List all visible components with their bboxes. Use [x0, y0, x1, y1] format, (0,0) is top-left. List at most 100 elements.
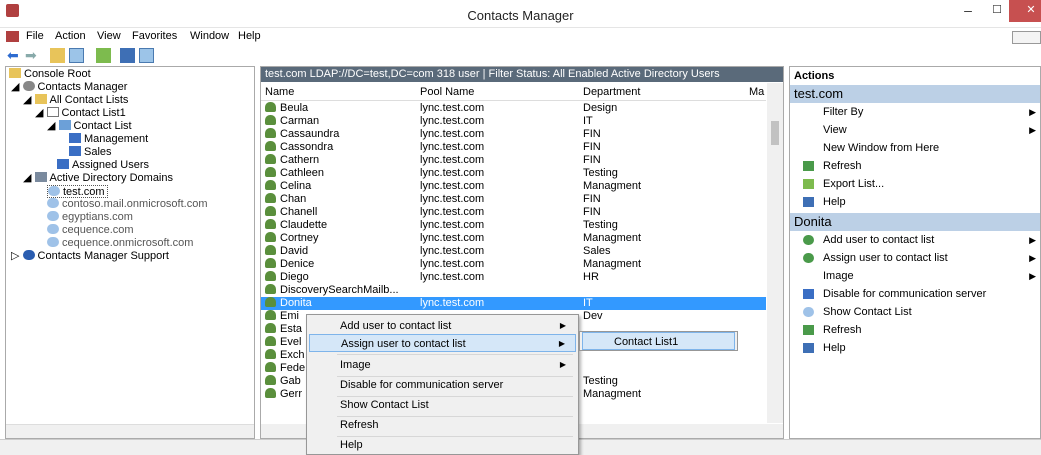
- scroll-thumb[interactable]: [771, 121, 779, 145]
- child-window-controls[interactable]: [1012, 31, 1041, 44]
- list-icon: [46, 107, 59, 117]
- action-export-list[interactable]: Export List...: [790, 175, 1040, 193]
- menu-window[interactable]: Window: [190, 30, 229, 42]
- tree-node-management[interactable]: Management: [69, 133, 148, 146]
- table-row[interactable]: Cassondra lync.test.com FIN: [261, 141, 766, 154]
- context-add-user[interactable]: Add user to contact list ▶: [309, 317, 576, 335]
- department-cell: FIN: [583, 141, 601, 153]
- tree-node-domain-5[interactable]: cequence.onmicrosoft.com: [47, 237, 193, 250]
- tree-node-contact-list[interactable]: ◢ Contact List: [47, 120, 132, 133]
- table-row[interactable]: Claudette lync.test.com Testing: [261, 219, 766, 232]
- close-button[interactable]: ✕: [1009, 0, 1041, 22]
- help-icon: [803, 197, 814, 207]
- tree-node-sales[interactable]: Sales: [69, 146, 112, 159]
- department-cell: Dev: [583, 310, 603, 322]
- table-row[interactable]: Denice lync.test.com Managment: [261, 258, 766, 271]
- tree-node-test-com[interactable]: test.com: [47, 185, 108, 198]
- table-row[interactable]: Chan lync.test.com FIN: [261, 193, 766, 206]
- vertical-scrollbar[interactable]: [767, 83, 783, 423]
- context-image[interactable]: Image ▶: [309, 356, 576, 374]
- tree-node-console-root[interactable]: Console Root: [9, 68, 91, 81]
- pool-cell: lync.test.com: [420, 258, 485, 270]
- department-cell: FIN: [583, 206, 601, 218]
- column-ma[interactable]: Ma: [749, 86, 764, 98]
- action-new-window[interactable]: New Window from Here: [790, 139, 1040, 157]
- submenu-contact-list1[interactable]: Contact List1: [582, 332, 735, 350]
- action-assign-user[interactable]: Assign user to contact list ▶: [790, 249, 1040, 267]
- column-name[interactable]: Name: [265, 86, 294, 98]
- menu-bar: File Action View Favorites Window Help: [0, 28, 1041, 46]
- forward-icon[interactable]: ➡: [25, 48, 40, 63]
- user-icon: [265, 167, 276, 177]
- table-row[interactable]: Celina lync.test.com Managment: [261, 180, 766, 193]
- table-row[interactable]: Diego lync.test.com HR: [261, 271, 766, 284]
- user-icon: [265, 232, 276, 242]
- table-row[interactable]: Chanell lync.test.com FIN: [261, 206, 766, 219]
- domains-icon: [34, 172, 47, 182]
- context-disable[interactable]: Disable for communication server: [309, 376, 576, 394]
- tree-node-contact-list1[interactable]: ◢ Contact List1: [35, 107, 126, 120]
- refresh-icon: [803, 161, 814, 171]
- table-row[interactable]: Carman lync.test.com IT: [261, 115, 766, 128]
- department-cell: Testing: [583, 375, 618, 387]
- action-view[interactable]: View ▶: [790, 121, 1040, 139]
- context-refresh[interactable]: Refresh: [309, 416, 576, 434]
- action-pane-icon[interactable]: [139, 48, 154, 63]
- tree-node-assigned-users[interactable]: Assigned Users: [57, 159, 149, 172]
- tree-node-domain-3[interactable]: egyptians.com: [47, 211, 133, 224]
- export-icon[interactable]: [96, 48, 111, 63]
- add-user-icon: [803, 235, 814, 245]
- department-cell: FIN: [583, 154, 601, 166]
- table-row[interactable]: Beula lync.test.com Design: [261, 102, 766, 115]
- tree-node-contacts-manager[interactable]: ◢ Contacts Manager: [11, 81, 127, 94]
- action-add-user[interactable]: Add user to contact list ▶: [790, 231, 1040, 249]
- action-filter-by[interactable]: Filter By ▶: [790, 103, 1040, 121]
- menu-view[interactable]: View: [97, 30, 121, 42]
- tree-node-domain-2[interactable]: contoso.mail.onmicrosoft.com: [47, 198, 208, 211]
- pool-cell: lync.test.com: [420, 297, 485, 309]
- action-refresh[interactable]: Refresh: [790, 157, 1040, 175]
- help-icon[interactable]: [120, 48, 135, 63]
- pool-cell: lync.test.com: [420, 154, 485, 166]
- actions-section-test-com[interactable]: test.com: [790, 85, 1040, 103]
- menu-help[interactable]: Help: [238, 30, 261, 42]
- pool-cell: lync.test.com: [420, 167, 485, 179]
- action-help[interactable]: Help: [790, 193, 1040, 211]
- action-image[interactable]: Image ▶: [790, 267, 1040, 285]
- pool-cell: lync.test.com: [420, 271, 485, 283]
- tree-node-domain-4[interactable]: cequence.com: [47, 224, 134, 237]
- table-row[interactable]: Cathern lync.test.com FIN: [261, 154, 766, 167]
- table-row[interactable]: Cassaundra lync.test.com FIN: [261, 128, 766, 141]
- table-row[interactable]: Donita lync.test.com IT: [261, 297, 766, 310]
- menu-favorites[interactable]: Favorites: [132, 30, 177, 42]
- show-hide-tree-icon[interactable]: [69, 48, 84, 63]
- table-row[interactable]: DiscoverySearchMailb...: [261, 284, 766, 297]
- table-row[interactable]: Cathleen lync.test.com Testing: [261, 167, 766, 180]
- context-help[interactable]: Help: [309, 436, 576, 454]
- table-row[interactable]: David lync.test.com Sales: [261, 245, 766, 258]
- action-help-2[interactable]: Help: [790, 339, 1040, 357]
- action-disable[interactable]: Disable for communication server: [790, 285, 1040, 303]
- user-icon: [265, 349, 276, 359]
- action-show-contact-list[interactable]: Show Contact List: [790, 303, 1040, 321]
- context-show-contact-list[interactable]: Show Contact List: [309, 396, 576, 414]
- tree-node-contacts-manager-support[interactable]: ▷ Contacts Manager Support: [11, 250, 169, 263]
- up-folder-icon[interactable]: [50, 48, 65, 63]
- toolbar: ⬅ ➡: [0, 46, 1041, 66]
- menu-action[interactable]: Action: [55, 30, 86, 42]
- column-department[interactable]: Department: [583, 86, 640, 98]
- department-cell: FIN: [583, 128, 601, 140]
- column-pool-name[interactable]: Pool Name: [420, 86, 474, 98]
- action-refresh-2[interactable]: Refresh: [790, 321, 1040, 339]
- actions-section-donita[interactable]: Donita: [790, 213, 1040, 231]
- mmc-icon[interactable]: [6, 31, 19, 42]
- user-icon: [265, 297, 276, 307]
- table-row[interactable]: Cortney lync.test.com Managment: [261, 232, 766, 245]
- tree-node-all-contact-lists[interactable]: ◢ All Contact Lists: [23, 94, 128, 107]
- tree-node-active-directory-domains[interactable]: ◢ Active Directory Domains: [23, 172, 173, 185]
- context-assign-user[interactable]: Assign user to contact list ▶: [309, 334, 576, 352]
- menu-file[interactable]: File: [26, 30, 44, 42]
- user-icon: [265, 193, 276, 203]
- back-icon[interactable]: ⬅: [7, 48, 22, 63]
- tree-hscrollbar[interactable]: [6, 424, 254, 438]
